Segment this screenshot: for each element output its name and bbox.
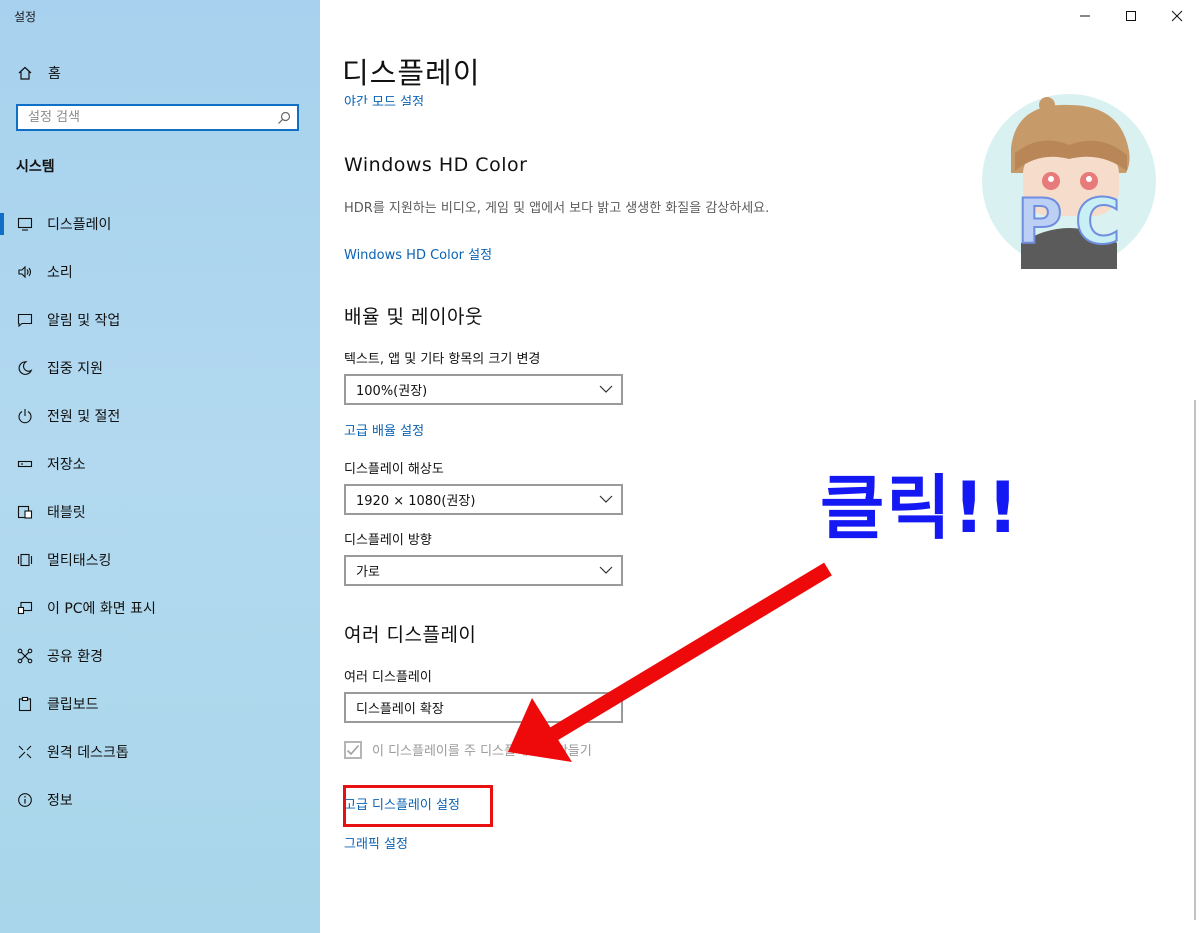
- sidebar: 설정 홈 시스템 디스플레이 소리 알림 및 작업 집중 지원: [0, 0, 320, 933]
- highlight-box: [343, 785, 493, 827]
- sidebar-item-focus-assist[interactable]: 집중 지원: [0, 344, 320, 392]
- chevron-down-icon: [599, 703, 613, 711]
- section-label-system: 시스템: [16, 159, 55, 175]
- sidebar-item-label: 디스플레이: [47, 217, 112, 233]
- hdr-description: HDR를 지원하는 비디오, 게임 및 앱에서 보다 밝고 생생한 화질을 감상…: [344, 201, 770, 216]
- text-size-label: 텍스트, 앱 및 기타 항목의 크기 변경: [344, 352, 541, 367]
- sidebar-item-label: 멀티태스킹: [47, 553, 112, 569]
- sidebar-item-label: 이 PC에 화면 표시: [47, 601, 156, 617]
- close-icon[interactable]: [1154, 0, 1200, 32]
- orientation-dropdown[interactable]: 가로: [344, 555, 623, 586]
- maximize-icon[interactable]: [1108, 0, 1154, 32]
- checkmark-icon: [346, 744, 360, 755]
- resolution-dropdown[interactable]: 1920 × 1080(권장): [344, 484, 623, 515]
- page-title: 디스플레이: [342, 56, 481, 90]
- multiple-displays-label: 여러 디스플레이: [344, 670, 432, 685]
- pc-avatar-logo: P C: [982, 94, 1156, 269]
- svg-text:C: C: [1075, 185, 1121, 258]
- chevron-down-icon: [599, 385, 613, 393]
- home-label: 홈: [48, 66, 61, 82]
- shared-experiences-icon: [16, 647, 34, 665]
- app-title: 설정: [14, 10, 37, 24]
- clipboard-icon: [16, 695, 34, 713]
- tablet-icon: [16, 503, 34, 521]
- sidebar-item-label: 정보: [47, 793, 73, 809]
- sidebar-item-label: 저장소: [47, 457, 86, 473]
- sidebar-item-tablet[interactable]: 태블릿: [0, 488, 320, 536]
- sidebar-item-label: 알림 및 작업: [47, 313, 121, 329]
- scale-dropdown[interactable]: 100%(권장): [344, 374, 623, 405]
- sidebar-item-clipboard[interactable]: 클립보드: [0, 680, 320, 728]
- multiple-displays-heading: 여러 디스플레이: [344, 624, 477, 646]
- window-controls: [1062, 0, 1200, 32]
- search-icon[interactable]: [271, 111, 297, 125]
- multiple-displays-value: 디스플레이 확장: [356, 702, 444, 717]
- main-display-checkbox-row[interactable]: 이 디스플레이를 주 디스플레이로 만들기: [344, 740, 592, 759]
- sidebar-item-label: 소리: [47, 265, 73, 281]
- monitor-icon: [16, 215, 34, 233]
- multitasking-icon: [16, 551, 34, 569]
- sidebar-item-display[interactable]: 디스플레이: [0, 200, 320, 248]
- sidebar-item-remote-desktop[interactable]: 원격 데스크톱: [0, 728, 320, 776]
- sidebar-item-notifications[interactable]: 알림 및 작업: [0, 296, 320, 344]
- home-icon: [16, 64, 34, 82]
- sidebar-item-projecting[interactable]: 이 PC에 화면 표시: [0, 584, 320, 632]
- chevron-down-icon: [599, 495, 613, 503]
- advanced-scaling-link[interactable]: 고급 배율 설정: [344, 420, 424, 439]
- sidebar-item-shared-experiences[interactable]: 공유 환경: [0, 632, 320, 680]
- sidebar-item-label: 집중 지원: [47, 361, 103, 377]
- resolution-label: 디스플레이 해상도: [344, 462, 444, 477]
- sidebar-item-label: 전원 및 절전: [47, 409, 121, 425]
- projecting-icon: [16, 599, 34, 617]
- sidebar-item-about[interactable]: 정보: [0, 776, 320, 824]
- scale-value: 100%(권장): [356, 384, 428, 399]
- sidebar-item-power[interactable]: 전원 및 절전: [0, 392, 320, 440]
- svg-text:P: P: [1017, 185, 1062, 258]
- main-display-checkbox-label: 이 디스플레이를 주 디스플레이로 만들기: [372, 744, 592, 759]
- orientation-label: 디스플레이 방향: [344, 533, 432, 548]
- hd-color-settings-link[interactable]: Windows HD Color 설정: [344, 244, 492, 263]
- multiple-displays-dropdown[interactable]: 디스플레이 확장: [344, 692, 623, 723]
- minimize-icon[interactable]: [1062, 0, 1108, 32]
- main-display-checkbox[interactable]: [344, 740, 362, 759]
- power-icon: [16, 407, 34, 425]
- sidebar-item-label: 클립보드: [47, 697, 99, 713]
- sidebar-item-multitasking[interactable]: 멀티태스킹: [0, 536, 320, 584]
- sidebar-item-label: 원격 데스크톱: [47, 745, 129, 761]
- scale-layout-heading: 배율 및 레이아웃: [344, 306, 483, 328]
- speaker-icon: [16, 263, 34, 281]
- sidebar-nav: 디스플레이 소리 알림 및 작업 집중 지원 전원 및 절전 저장소 태블릿 멀…: [0, 200, 320, 824]
- sidebar-item-label: 공유 환경: [47, 649, 103, 665]
- moon-icon: [16, 359, 34, 377]
- info-icon: [16, 791, 34, 809]
- click-callout: 클릭!!: [820, 467, 1021, 549]
- remote-desktop-icon: [16, 743, 34, 761]
- night-light-settings-link[interactable]: 야간 모드 설정: [344, 90, 424, 106]
- notification-icon: [16, 311, 34, 329]
- home-nav-item[interactable]: 홈: [16, 62, 61, 84]
- sidebar-item-storage[interactable]: 저장소: [0, 440, 320, 488]
- storage-icon: [16, 455, 34, 473]
- sidebar-item-sound[interactable]: 소리: [0, 248, 320, 296]
- resolution-value: 1920 × 1080(권장): [356, 494, 476, 509]
- sidebar-item-label: 태블릿: [47, 505, 86, 521]
- hdr-heading: Windows HD Color: [344, 154, 528, 176]
- search-input[interactable]: [18, 106, 271, 129]
- graphics-settings-link[interactable]: 그래픽 설정: [344, 833, 408, 852]
- search-box[interactable]: [16, 104, 299, 131]
- chevron-down-icon: [599, 566, 613, 574]
- orientation-value: 가로: [356, 565, 380, 580]
- scrollbar[interactable]: [1194, 400, 1196, 920]
